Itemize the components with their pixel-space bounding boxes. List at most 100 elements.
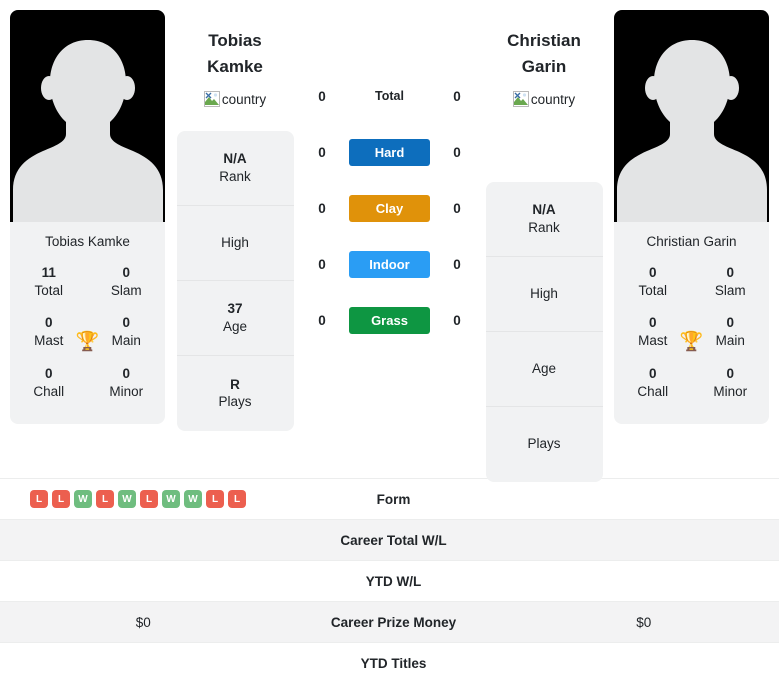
titles-minor-label-right: Minor bbox=[713, 383, 748, 399]
form-badge-win: W bbox=[74, 490, 92, 508]
titles-total-right: 0 Total bbox=[614, 259, 692, 309]
titles-chall-right: 0 Chall bbox=[614, 360, 692, 410]
titles-minor-left: 0 Minor bbox=[88, 360, 166, 410]
titles-main-label-left: Main bbox=[111, 333, 141, 349]
attribute-plays-right: Plays bbox=[486, 407, 603, 482]
player-attributes-right: N/A Rank High Age Plays bbox=[485, 182, 603, 482]
titles-slam-value-left: 0 bbox=[122, 265, 130, 280]
titles-grid-left: 🏆 11 Total 0 Slam 0 Mast 0 Main 0 Chall … bbox=[10, 259, 165, 424]
titles-slam-right: 0 Slam bbox=[692, 259, 770, 309]
form-cell-left: LLWLWLWWLL bbox=[0, 490, 279, 508]
surface-indoor-score-right: 0 bbox=[453, 256, 461, 272]
broken-image-icon bbox=[203, 91, 220, 107]
country-flag-right: country bbox=[512, 91, 576, 107]
table-row-label-career-total-wl: Career Total W/L bbox=[340, 532, 447, 548]
titles-mast-label-left: Mast bbox=[34, 333, 64, 349]
surface-clay-score-right: 0 bbox=[453, 200, 461, 216]
form-badge-loss: L bbox=[140, 490, 158, 508]
attribute-rank-label-left: Rank bbox=[219, 168, 251, 184]
table-row-form: LLWLWLWWLL Form bbox=[0, 478, 779, 519]
surface-row-grass: 0 Grass 0 bbox=[295, 292, 484, 348]
attribute-rank-value-right: N/A bbox=[532, 202, 556, 218]
comparison-header: Tobias Kamke 🏆 11 Total 0 Slam 0 Mast 0 … bbox=[0, 0, 779, 482]
titles-chall-value-right: 0 bbox=[648, 365, 657, 381]
table-row-label-form: Form bbox=[376, 491, 411, 507]
career-prize-money-left: $0 bbox=[135, 614, 151, 630]
country-alt-text-right: country bbox=[530, 91, 576, 107]
titles-slam-label-right: Slam bbox=[714, 282, 746, 298]
player-photo-right bbox=[614, 10, 769, 222]
player-attributes-left: N/A Rank High 37 Age R Plays bbox=[176, 131, 294, 431]
titles-slam-label-left: Slam bbox=[110, 282, 142, 298]
surface-indoor-badge[interactable]: Indoor bbox=[349, 250, 430, 278]
player-card-name-left: Tobias Kamke bbox=[45, 234, 130, 249]
surface-breakdown: 0 Total 0 0 Hard 0 0 Clay 0 0 Indoor 0 0 bbox=[295, 10, 484, 348]
career-prize-money-right: $0 bbox=[636, 614, 652, 630]
attribute-high-label-right: High bbox=[530, 285, 558, 301]
avatar-silhouette-icon bbox=[12, 40, 163, 222]
comparison-table: LLWLWLWWLL Form Career Total W/L YTD W/L… bbox=[0, 478, 779, 683]
table-row-ytd-titles: YTD Titles bbox=[0, 642, 779, 683]
table-row-career-total-wl: Career Total W/L bbox=[0, 519, 779, 560]
titles-grid-right: 🏆 0 Total 0 Slam 0 Mast 0 Main 0 Chall 0… bbox=[614, 259, 769, 424]
titles-mast-value-left: 0 bbox=[44, 315, 53, 331]
player-first-name-left: Tobias bbox=[208, 31, 262, 50]
attribute-rank-value-left: N/A bbox=[223, 151, 247, 167]
surface-total-score-left: 0 bbox=[318, 88, 326, 104]
attribute-age-label-left: Age bbox=[222, 318, 248, 334]
player-name-left: Tobias Kamke bbox=[207, 10, 263, 79]
attribute-plays-left: R Plays bbox=[177, 356, 294, 431]
form-badge-loss: L bbox=[96, 490, 114, 508]
surface-grass-score-right: 0 bbox=[453, 312, 461, 328]
player-first-name-right: Christian bbox=[507, 31, 581, 50]
form-badge-win: W bbox=[162, 490, 180, 508]
titles-minor-label-left: Minor bbox=[109, 383, 144, 399]
form-badge-win: W bbox=[118, 490, 136, 508]
player-card-right: Christian Garin 🏆 0 Total 0 Slam 0 Mast … bbox=[614, 10, 769, 425]
surface-row-total: 0 Total 0 bbox=[295, 68, 484, 124]
player-last-name-right: Garin bbox=[521, 56, 567, 76]
surface-indoor-score-left: 0 bbox=[318, 256, 326, 272]
titles-minor-right: 0 Minor bbox=[692, 360, 770, 410]
form-badge-loss: L bbox=[228, 490, 246, 508]
player-card-name-right: Christian Garin bbox=[646, 234, 737, 249]
titles-chall-label-right: Chall bbox=[637, 383, 669, 399]
player-info-column-left: Tobias Kamke country N/A Rank High 37 Ag… bbox=[175, 10, 295, 431]
titles-total-left: 11 Total bbox=[10, 259, 88, 309]
player-last-name-left: Kamke bbox=[207, 56, 263, 76]
titles-minor-value-right: 0 bbox=[726, 365, 734, 381]
titles-mast-label-right: Mast bbox=[638, 333, 668, 349]
attribute-rank-label-right: Rank bbox=[528, 219, 560, 235]
player-name-right: Christian Garin bbox=[507, 10, 581, 79]
surface-row-indoor: 0 Indoor 0 bbox=[295, 236, 484, 292]
table-row-label-ytd-wl: YTD W/L bbox=[365, 573, 422, 589]
form-strip-left: LLWLWLWWLL bbox=[8, 490, 279, 508]
table-row-label-ytd-titles: YTD Titles bbox=[360, 655, 427, 671]
avatar-silhouette-icon bbox=[616, 40, 767, 222]
surface-grass-badge[interactable]: Grass bbox=[349, 306, 430, 334]
attribute-high-right: High bbox=[485, 257, 603, 332]
titles-total-value-left: 11 bbox=[41, 265, 56, 280]
country-alt-text-left: country bbox=[221, 91, 267, 107]
surface-row-hard: 0 Hard 0 bbox=[295, 124, 484, 180]
surface-hard-badge[interactable]: Hard bbox=[349, 138, 430, 166]
titles-total-value-right: 0 bbox=[648, 265, 657, 280]
attribute-age-label-right: Age bbox=[531, 360, 557, 376]
titles-mast-value-right: 0 bbox=[648, 315, 657, 331]
broken-image-icon bbox=[512, 91, 529, 107]
table-row-label-career-prize-money: Career Prize Money bbox=[330, 614, 457, 630]
player-comparison-page: Tobias Kamke 🏆 11 Total 0 Slam 0 Mast 0 … bbox=[0, 0, 779, 699]
attribute-age-right: Age bbox=[485, 332, 603, 407]
form-badge-loss: L bbox=[30, 490, 48, 508]
attribute-plays-value-left: R bbox=[230, 376, 240, 392]
titles-slam-left: 0 Slam bbox=[88, 259, 166, 309]
attribute-plays-label-left: Plays bbox=[218, 394, 252, 410]
surface-total-label: Total bbox=[375, 89, 404, 103]
titles-chall-left: 0 Chall bbox=[10, 360, 88, 410]
attribute-high-label-left: High bbox=[221, 234, 249, 250]
attribute-age-value-left: 37 bbox=[227, 301, 243, 317]
surface-clay-badge[interactable]: Clay bbox=[349, 194, 430, 222]
surface-grass-score-left: 0 bbox=[318, 312, 326, 328]
titles-minor-value-left: 0 bbox=[122, 365, 130, 381]
surface-clay-score-left: 0 bbox=[318, 200, 326, 216]
